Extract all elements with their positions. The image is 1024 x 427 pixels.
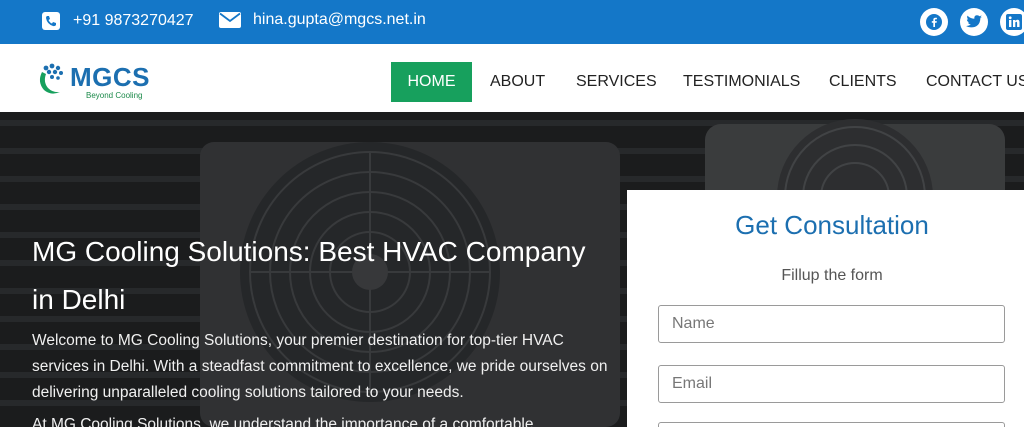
nav-contact-us[interactable]: CONTACT US: [926, 62, 1024, 102]
email-field[interactable]: [658, 365, 1005, 403]
name-field[interactable]: [658, 305, 1005, 343]
email-contact[interactable]: hina.gupta@mgcs.net.in: [219, 11, 426, 29]
logo-text: MGCS: [70, 62, 150, 92]
nav-testimonials[interactable]: TESTIMONIALS: [683, 62, 800, 102]
hero-intro-paragraph: Welcome to MG Cooling Solutions, your pr…: [32, 332, 608, 401]
hero-title: MG Cooling Solutions: Best HVAC Company …: [32, 236, 586, 315]
facebook-icon[interactable]: [920, 8, 948, 36]
consultation-form: Get Consultation Fillup the form: [627, 190, 1024, 427]
envelope-icon: [219, 12, 241, 28]
form-title: Get Consultation: [735, 210, 929, 240]
site-header: MGCS Beyond Cooling HOME ABOUT SERVICES …: [0, 44, 1024, 112]
phone-number[interactable]: +91 9873270427: [73, 12, 194, 30]
linkedin-icon[interactable]: [1000, 8, 1024, 36]
logo-tagline: Beyond Cooling: [86, 91, 143, 100]
phone-contact[interactable]: +91 9873270427: [41, 11, 194, 31]
hero-second-paragraph: At MG Cooling Solutions, we understand t…: [32, 416, 534, 427]
nav-home[interactable]: HOME: [391, 62, 472, 102]
logo-mark-icon: [39, 63, 63, 94]
form-subtitle: Fillup the form: [781, 267, 883, 284]
site-logo[interactable]: MGCS Beyond Cooling: [34, 60, 154, 100]
phone-icon: [42, 12, 60, 30]
nav-services[interactable]: SERVICES: [576, 62, 657, 102]
nav-about[interactable]: ABOUT: [490, 62, 545, 102]
top-contact-bar: +91 9873270427 hina.gupta@mgcs.net.in: [0, 0, 1024, 44]
email-address[interactable]: hina.gupta@mgcs.net.in: [253, 11, 426, 29]
nav-clients[interactable]: CLIENTS: [829, 62, 897, 102]
phone-field[interactable]: [658, 422, 1005, 427]
twitter-icon[interactable]: [960, 8, 988, 36]
